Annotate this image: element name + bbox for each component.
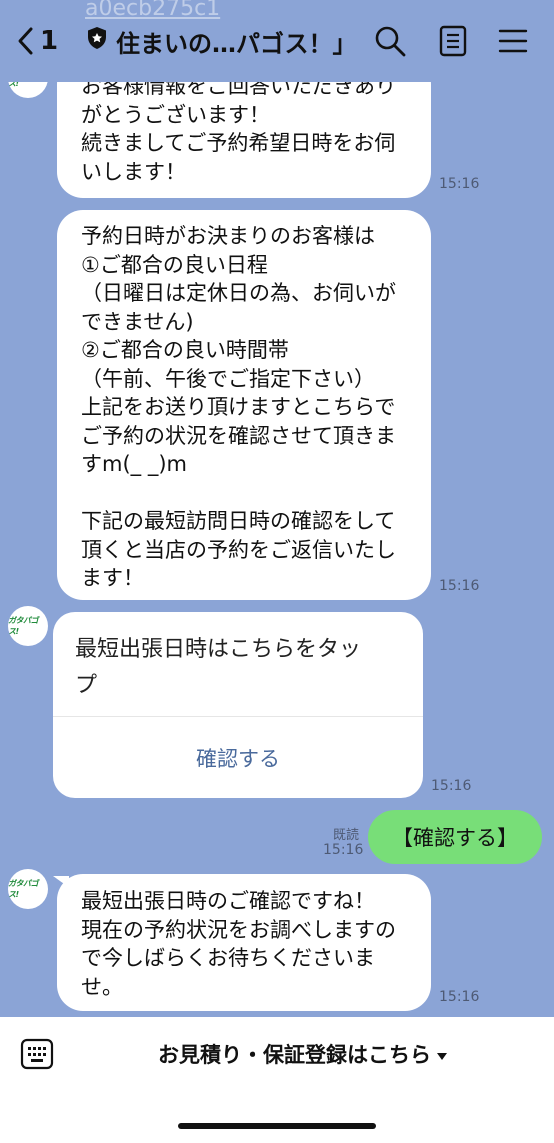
message-time: 15:16 [439,989,480,1005]
chat-header: a0ecb275c1 1 住まいの…パゴス！」 [0,0,554,82]
message-text: お客様情報をご回答いただきあり がとうございます！ 続きましてご予約希望日時をお… [81,74,396,184]
keyboard-icon[interactable] [20,1037,54,1071]
logo-text: ガタパゴス! [8,616,39,636]
message-time: 15:16 [439,176,480,192]
message-text: 【確認する】 [392,826,518,850]
message-time: 15:16 [439,578,480,594]
chat-title[interactable]: 住まいの…パゴス！」 [86,24,356,58]
message-bubble[interactable]: 最短出張日時のご確認ですね！ 現在の予約状況をお調べしますの で今しばらくお待ち… [57,874,431,1011]
unread-count: 1 [40,26,59,56]
chevron-left-icon [16,26,34,56]
notes-icon[interactable] [436,24,470,58]
search-icon[interactable] [373,24,407,58]
back-button[interactable]: 1 [16,24,58,58]
rich-menu-label: お見積り・保証登録はこちら [158,1043,431,1067]
card-text: 最短出張日時はこちらをタッ プ [75,637,362,698]
avatar[interactable]: ガタパゴス! [8,606,48,646]
rich-menu-toggle[interactable]: お見積り・保証登録はこちら [158,1039,447,1069]
home-indicator [178,1123,376,1129]
message-bubble[interactable]: 予約日時がお決まりのお客様は ①ご都合の良い日程 （日曜日は定休日の為、お伺いが… [57,210,431,600]
action-card: 最短出張日時はこちらをタッ プ 確認する [53,612,423,798]
triangle-down-icon [437,1042,447,1066]
avatar[interactable]: ガタパゴス! [8,869,48,909]
chat-title-text: 住まいの…パゴス！」 [116,29,357,58]
my-message-bubble[interactable]: 【確認する】 [368,810,542,864]
hamburger-icon[interactable] [496,24,530,58]
read-receipt: 既読 [333,828,360,843]
logo-text: ガタパゴス! [8,879,39,899]
confirm-button[interactable]: 確認する [53,717,423,798]
message-text: 予約日時がお決まりのお客様は ①ご都合の良い日程 （日曜日は定休日の為、お伺いが… [81,224,396,590]
message-time: 15:16 [323,842,364,858]
message-text: 最短出張日時のご確認ですね！ 現在の予約状況をお調べしますの で今しばらくお待ち… [81,889,396,999]
message-time: 15:16 [431,778,472,794]
shield-icon [86,26,108,56]
